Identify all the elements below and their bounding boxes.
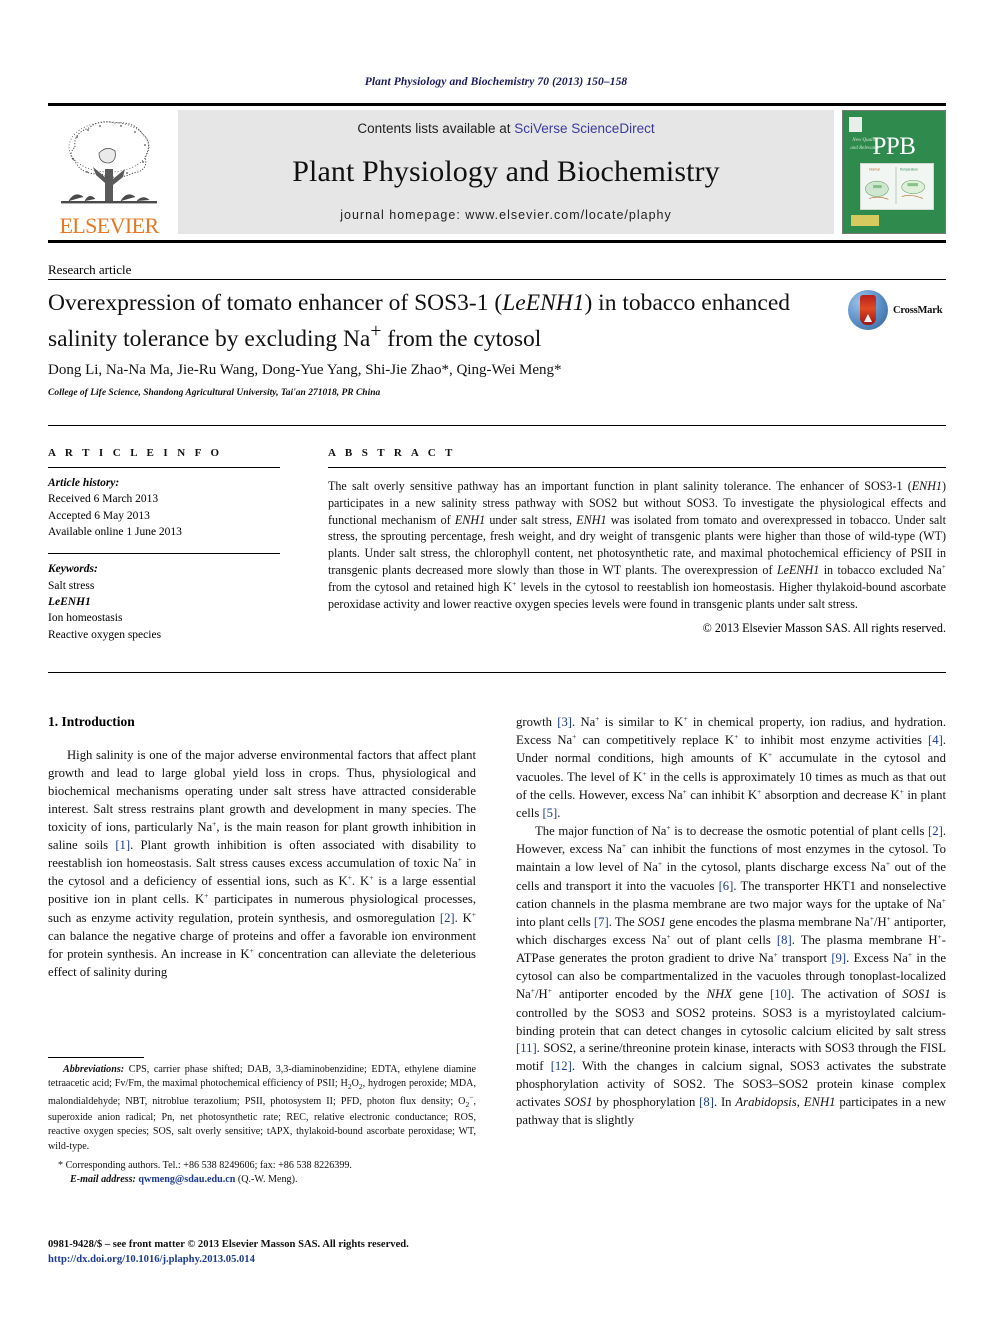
journal-title: Plant Physiology and Biochemistry	[292, 155, 720, 188]
article-info-heading: A R T I C L E I N F O	[48, 447, 223, 459]
keyword-item: Salt stress	[48, 579, 95, 592]
masthead-bottom-rule	[48, 240, 946, 243]
abbreviations-text: CPS, carrier phase shifted; DAB, 3,3-dia…	[48, 1064, 476, 1152]
email-suffix: (Q.-W. Meng).	[235, 1174, 298, 1186]
abstract-column: A B S T R A C T The salt overly sensitiv…	[328, 447, 946, 636]
body-column-right: growth [3]. Na+ is similar to K+ in chem…	[516, 714, 946, 1130]
article-info-heading-rule	[48, 467, 280, 468]
article-history-block: Article history: Received 6 March 2013 A…	[48, 475, 280, 540]
page-footer: 0981-9428/$ – see front matter © 2013 El…	[48, 1237, 518, 1268]
sciencedirect-link[interactable]: SciVerse ScienceDirect	[514, 121, 654, 136]
info-bottom-rule	[48, 672, 946, 673]
contents-banner: Contents lists available at SciVerse Sci…	[178, 110, 834, 234]
elsevier-wordmark: ELSEVIER	[59, 213, 159, 238]
keywords-label: Keywords:	[48, 563, 98, 576]
article-info-divider-rule	[48, 553, 280, 555]
affiliation: College of Life Science, Shandong Agricu…	[48, 388, 381, 398]
paragraph: High salinity is one of the major advers…	[48, 748, 477, 980]
article-history-label: Article history:	[48, 477, 120, 489]
email-label: E-mail address:	[70, 1174, 136, 1186]
keyword-item: Reactive oxygen species	[48, 628, 162, 641]
paper-page: Plant Physiology and Biochemistry 70 (20…	[0, 0, 992, 1323]
article-type-label: Research article	[48, 262, 132, 277]
article-head-rule	[48, 279, 946, 280]
title-gene-name: LeENH1	[502, 290, 585, 316]
contents-available-line: Contents lists available at SciVerse Sci…	[357, 121, 654, 136]
keyword-item: LeENH1	[48, 595, 91, 608]
journal-homepage-link[interactable]: journal homepage: www.elsevier.com/locat…	[340, 208, 672, 222]
paragraph: The major function of Na+ is to decrease…	[516, 822, 947, 1128]
email-note: E-mail address: qwmeng@sdau.edu.cn (Q.-W…	[48, 1173, 476, 1187]
elsevier-logo: ELSEVIER	[48, 106, 170, 239]
svg-text:Temperature: Temperature	[900, 168, 918, 172]
abstract-heading-rule	[328, 467, 946, 468]
abstract-text: The salt overly sensitive pathway has an…	[328, 479, 947, 611]
title-superscript: +	[370, 321, 382, 343]
corresponding-author-note: * Corresponding authors. Tel.: +86 538 8…	[58, 1159, 352, 1171]
abstract-copyright: © 2013 Elsevier Masson SAS. All rights r…	[702, 621, 946, 636]
abstract-heading: A B S T R A C T	[328, 447, 456, 459]
cover-figure-thumbnail: Normal Temperature	[860, 163, 934, 210]
history-item: Available online 1 June 2013	[48, 525, 182, 538]
section-heading-introduction: 1. Introduction	[48, 714, 135, 729]
article-info-column: A R T I C L E I N F O Article history: R…	[48, 447, 280, 643]
author-list: Dong Li, Na-Na Ma, Jie-Ru Wang, Dong-Yue…	[48, 362, 562, 378]
cover-acronym: PPB	[872, 133, 916, 160]
svg-text:Normal: Normal	[869, 168, 880, 172]
history-item: Received 6 March 2013	[48, 493, 159, 506]
keyword-item: Ion homeostasis	[48, 612, 123, 625]
title-part-1: Overexpression of tomato enhancer of SOS…	[48, 290, 503, 316]
body-column-left: 1. Introduction High salinity is one of …	[48, 714, 476, 982]
page-title: Overexpression of tomato enhancer of SOS…	[48, 288, 808, 355]
elsevier-tree-icon	[55, 117, 163, 215]
paragraph: growth [3]. Na+ is similar to K+ in chem…	[516, 714, 947, 821]
email-link[interactable]: qwmeng@sdau.edu.cn	[138, 1174, 235, 1185]
journal-masthead: ELSEVIER Contents lists available at Sci…	[48, 103, 946, 239]
contents-prefix: Contents lists available at	[357, 121, 515, 136]
journal-cover-thumbnail: New Quality and Relevance PPB Normal Tem…	[842, 110, 946, 234]
crossmark-label: CrossMark	[893, 304, 943, 316]
running-head: Plant Physiology and Biochemistry 70 (20…	[364, 76, 628, 88]
footnote-block: Abbreviations: CPS, carrier phase shifte…	[48, 1063, 476, 1188]
crossmark-badge-group[interactable]: CrossMark	[848, 288, 944, 332]
cover-publisher-mark	[851, 215, 879, 226]
doi-link[interactable]: http://dx.doi.org/10.1016/j.plaphy.2013.…	[48, 1252, 518, 1267]
title-part-4: from the cytosol	[381, 325, 542, 352]
abbreviations-label: Abbreviations:	[63, 1064, 125, 1075]
footnote-separator-rule	[48, 1057, 144, 1058]
issn-copyright-line: 0981-9428/$ – see front matter © 2013 El…	[48, 1239, 409, 1250]
keywords-block: Keywords: Salt stress LeENH1 Ion homeost…	[48, 561, 280, 643]
crossmark-icon	[848, 290, 888, 330]
history-item: Accepted 6 May 2013	[48, 509, 150, 522]
abbreviations-note: Abbreviations: CPS, carrier phase shifte…	[48, 1063, 476, 1154]
cover-elsevier-tree-icon	[849, 117, 862, 132]
info-top-rule	[48, 425, 946, 426]
title-part-2: ) in tobacco	[584, 290, 696, 316]
